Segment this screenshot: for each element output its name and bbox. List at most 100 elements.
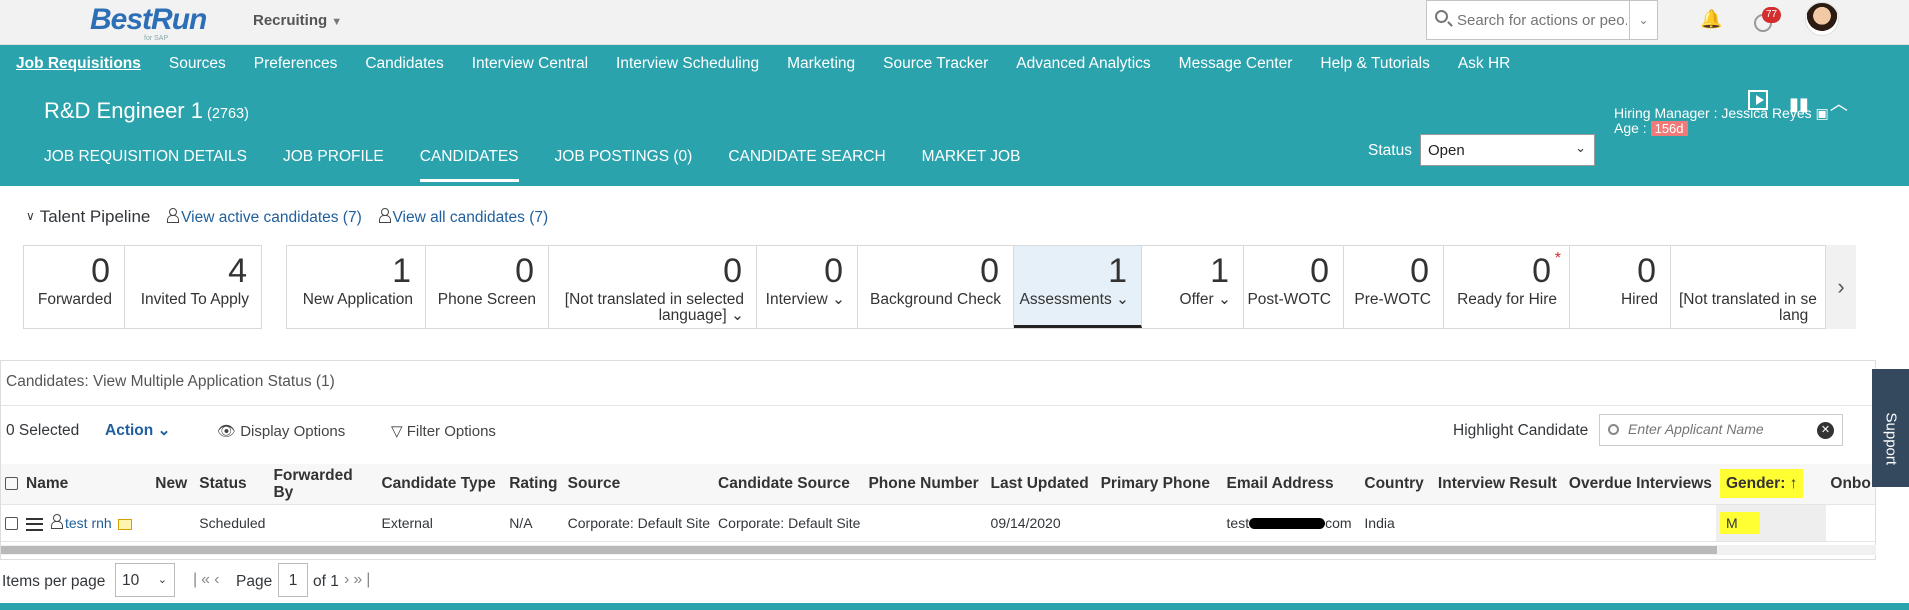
view-active-candidates-link[interactable]: View active candidates (7) [167,208,362,226]
stage-new-application[interactable]: 1 New Application [287,246,426,328]
nav-source-tracker[interactable]: Source Tracker [883,55,988,73]
contact-card-icon[interactable]: ▣ [1816,105,1829,121]
nav-job-requisitions[interactable]: Job Requisitions [16,55,141,73]
menu-icon[interactable] [26,517,43,531]
col-country[interactable]: Country [1360,464,1434,505]
status-select[interactable]: Open ⌄ [1420,134,1595,166]
view-all-candidates-link[interactable]: View all candidates (7) [378,208,549,226]
highlight-candidate-input[interactable] [1628,421,1808,437]
stage-phone-screen[interactable]: 0 Phone Screen [426,246,549,328]
chevron-down-icon[interactable]: ⌄ [1629,1,1657,39]
email-suffix: com [1325,514,1352,531]
col-gender[interactable]: Gender: ↑ [1715,464,1827,505]
stage-pre-wotc[interactable]: 0 Pre-WOTC [1344,246,1444,328]
scrollbar-thumb[interactable] [1,546,1717,554]
tab-candidate-search[interactable]: CANDIDATE SEARCH [728,148,885,182]
col-primary-phone[interactable]: Primary Phone [1096,464,1223,505]
nav-ask-hr[interactable]: Ask HR [1458,55,1511,73]
tab-candidates[interactable]: CANDIDATES [419,148,519,182]
col-status[interactable]: Status [195,464,270,505]
stage-not-translated-1[interactable]: 0 [Not translated in selected language] ⌄ [549,246,757,328]
stage-label: Ready for Hire [1457,291,1557,308]
stage-background-check[interactable]: 0 Background Check [858,246,1014,328]
horizontal-scrollbar[interactable] [1,545,1876,555]
stage-post-wotc[interactable]: 0 Post-WOTC [1244,246,1344,328]
page-title: R&D Engineer 1 (2763) [44,98,249,124]
filter-options-button[interactable]: ▽ Filter Options [391,422,496,440]
stage-forwarded[interactable]: 0 Forwarded [24,246,125,328]
collapse-up-icon[interactable]: ︿ [1830,90,1848,116]
col-source[interactable]: Source [563,464,715,505]
first-prev-page-buttons[interactable]: |«‹ [193,571,223,589]
chevron-down-icon[interactable]: ∨ [26,209,35,223]
col-candidate-source[interactable]: Candidate Source [714,464,865,505]
user-avatar[interactable] [1805,2,1839,36]
candidates-table: Name New Status Forwarded By Candidate T… [1,464,1875,542]
last-page-icon[interactable]: »| [353,571,374,588]
prev-page-icon[interactable]: ‹ [214,571,223,588]
stage-count: 0 [91,252,110,290]
nav-marketing[interactable]: Marketing [787,55,855,73]
support-tab[interactable]: Support [1872,369,1909,487]
col-email-address[interactable]: Email Address [1222,464,1361,505]
clear-icon[interactable]: ✕ [1817,422,1834,439]
talent-pipeline-title[interactable]: Talent Pipeline [40,207,151,226]
col-candidate-type[interactable]: Candidate Type [377,464,506,505]
col-last-updated[interactable]: Last Updated [986,464,1097,505]
col-overdue-interviews[interactable]: Overdue Interviews [1564,464,1716,505]
col-forwarded-by[interactable]: Forwarded By [269,464,378,505]
global-search-input[interactable] [1457,9,1627,31]
nav-message-center[interactable]: Message Center [1179,55,1293,73]
nav-candidates[interactable]: Candidates [365,55,443,73]
status-value: Open [1428,142,1465,159]
flag-icon[interactable] [117,518,132,530]
nav-preferences[interactable]: Preferences [254,55,338,73]
global-search[interactable]: ⌄ [1426,0,1658,40]
next-page-icon[interactable]: › [344,571,353,588]
highlight-candidate-field[interactable]: ✕ [1599,414,1843,446]
tab-job-profile[interactable]: JOB PROFILE [283,148,384,182]
stage-offer[interactable]: 1 Offer ⌄ [1142,246,1244,328]
nav-interview-central[interactable]: Interview Central [472,55,588,73]
stage-invited-to-apply[interactable]: 4 Invited To Apply [125,246,261,328]
col-new[interactable]: New [151,464,196,505]
page-number-input[interactable]: 1 [278,563,308,597]
col-interview-result[interactable]: Interview Result [1433,464,1565,505]
hiring-manager[interactable]: Hiring Manager : Jessica Reyes [1614,105,1812,121]
notifications-button[interactable]: 77 [1752,7,1781,35]
tab-job-postings[interactable]: JOB POSTINGS (0) [555,148,693,182]
tab-market-job[interactable]: MARKET JOB [922,148,1021,182]
col-phone-number[interactable]: Phone Number [864,464,987,505]
stage-ready-for-hire[interactable]: 0 * Ready for Hire [1444,246,1570,328]
nav-interview-scheduling[interactable]: Interview Scheduling [616,55,759,73]
stage-assessments[interactable]: 1 Assessments ⌄ [1014,246,1142,328]
col-rating[interactable]: Rating [505,464,564,505]
select-all-checkbox[interactable] [5,477,18,491]
stage-label: Background Check [870,291,1001,308]
table-row[interactable]: test rnh Scheduled External N/A Corporat… [1,504,1875,542]
first-page-icon[interactable]: |« [193,571,214,588]
next-last-page-buttons[interactable]: ›»| [344,571,374,589]
items-per-page-select[interactable]: 10 ⌄ [115,563,175,597]
stage-not-translated-2[interactable]: [Not translated in se lang [1671,246,1825,328]
nav-advanced-analytics[interactable]: Advanced Analytics [1016,55,1150,73]
footer-bar [0,603,1909,610]
module-switcher[interactable]: Recruiting ▼ [253,12,342,29]
stage-label: Assessments ⌄ [1019,291,1129,308]
company-logo[interactable]: BestRun for SAP [88,2,207,42]
action-menu-button[interactable]: Action ⌄ [105,421,171,440]
row-checkbox[interactable] [5,517,18,531]
chevron-right-icon[interactable]: › [1826,245,1856,329]
bell-icon[interactable]: 🔔 [1700,9,1722,33]
col-name[interactable]: Name [22,464,152,505]
tab-job-requisition-details[interactable]: JOB REQUISITION DETAILS [44,148,247,182]
view-all-label: View all candidates (7) [392,209,549,226]
stage-interview[interactable]: 0 Interview ⌄ [757,246,858,328]
candidate-name-link[interactable]: test rnh [65,515,112,531]
nav-sources[interactable]: Sources [169,55,226,73]
nav-help-tutorials[interactable]: Help & Tutorials [1320,55,1429,73]
display-options-button[interactable]: 👁 Display Options [217,422,345,440]
col-onboarding[interactable]: Onbo [1826,464,1875,505]
stage-hired[interactable]: 0 Hired [1570,246,1671,328]
stage-count: 1 [1210,252,1229,290]
